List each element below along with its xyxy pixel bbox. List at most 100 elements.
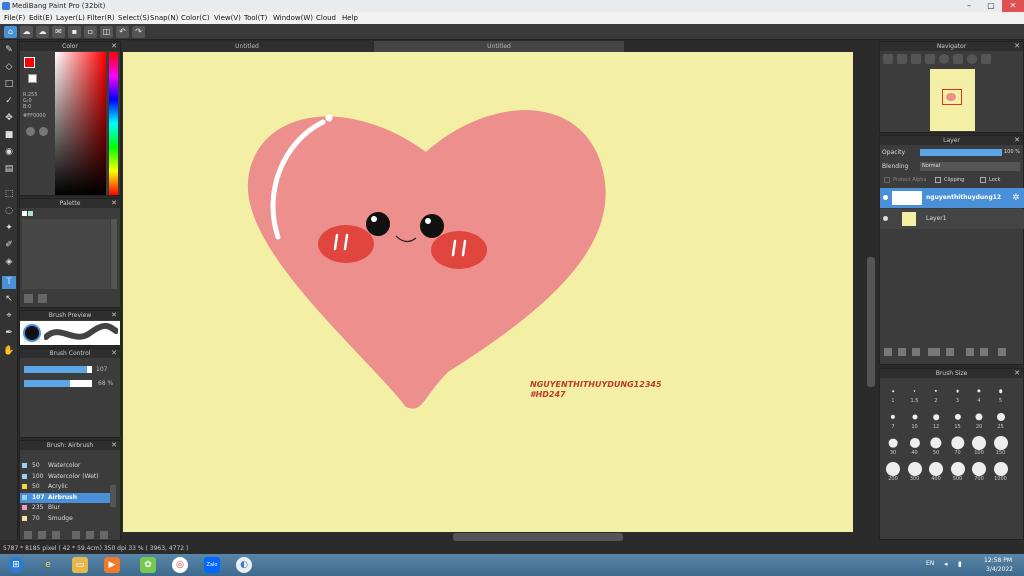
brush-size-option[interactable]: 20	[969, 406, 989, 432]
background-color-swatch[interactable]	[28, 74, 37, 83]
layer-row-signature[interactable]: nguyenthithuydung12 ✲	[880, 188, 1024, 208]
visibility-icon[interactable]	[883, 195, 888, 200]
menu-window[interactable]: Window(W)	[273, 14, 313, 22]
chat-icon[interactable]: ✉	[52, 26, 65, 38]
canvas-vertical-scrollbar[interactable]	[866, 52, 876, 532]
zoom-in-icon[interactable]	[883, 54, 893, 64]
menu-color[interactable]: Color(C)	[181, 14, 210, 22]
brush-size-option[interactable]: 700	[969, 458, 989, 484]
fit-icon[interactable]	[911, 54, 921, 64]
palette-swatch[interactable]	[22, 211, 27, 216]
actual-size-icon[interactable]	[925, 54, 935, 64]
start-button-icon[interactable]: ⊞	[8, 557, 24, 573]
clock-time[interactable]: 12:58 PM	[984, 557, 1012, 564]
brush-size-option[interactable]: 5	[991, 380, 1011, 406]
brush-item[interactable]: 107 Airbrush	[20, 492, 110, 503]
select-brush-icon[interactable]: ✐	[2, 239, 16, 252]
move-tool-icon[interactable]: ✥	[2, 112, 16, 125]
brush-size-option[interactable]: 400	[926, 458, 946, 484]
media-player-icon[interactable]: ▶	[104, 557, 120, 573]
gradient-tool-icon[interactable]: ▤	[2, 163, 16, 176]
clipping-checkbox[interactable]	[935, 177, 941, 183]
flip-icon[interactable]	[953, 54, 963, 64]
duplicate-layer-icon[interactable]	[966, 348, 974, 356]
close-button[interactable]: ✕	[1002, 0, 1024, 12]
close-icon[interactable]: ✕	[111, 311, 117, 320]
snap-icon[interactable]: ◫	[100, 26, 113, 38]
color-mode-icon[interactable]	[26, 127, 35, 136]
select-tool-icon[interactable]: ⬚	[2, 188, 16, 201]
brush-size-option[interactable]: 1	[883, 380, 903, 406]
brush-size-slider[interactable]	[24, 366, 92, 373]
menu-view[interactable]: View(V)	[214, 14, 241, 22]
rotate-left-icon[interactable]	[939, 54, 949, 64]
brush-size-option[interactable]: 3	[948, 380, 968, 406]
minimize-button[interactable]: –	[958, 0, 980, 12]
brush-size-option[interactable]: 12	[926, 406, 946, 432]
eyedropper-tool-icon[interactable]: ⌖	[2, 310, 16, 323]
brush-item[interactable]: 70 Smudge	[20, 514, 110, 524]
close-icon[interactable]: ✕	[111, 42, 117, 51]
brush-size-option[interactable]: 300	[905, 458, 925, 484]
canvas-horizontal-scrollbar[interactable]	[123, 532, 863, 542]
brush-add-icon[interactable]	[24, 531, 32, 539]
rotate-right-icon[interactable]	[967, 54, 977, 64]
brush-size-option[interactable]: 100	[969, 432, 989, 458]
lock-checkbox[interactable]	[980, 177, 986, 183]
menu-cloud[interactable]: Cloud	[316, 14, 336, 22]
navigator-thumbnail[interactable]	[930, 69, 975, 131]
undo-icon[interactable]: ↶	[116, 26, 129, 38]
brush-list-scrollbar[interactable]	[110, 485, 116, 507]
visibility-icon[interactable]	[883, 216, 888, 221]
dot-tool-icon[interactable]: □	[2, 78, 16, 91]
brush-delete-icon[interactable]	[100, 531, 108, 539]
brush-size-option[interactable]: 70	[948, 432, 968, 458]
brush-copy-icon[interactable]	[38, 531, 46, 539]
gear-icon[interactable]: ✲	[1012, 193, 1020, 203]
palette-swatch[interactable]	[28, 211, 33, 216]
tab-untitled-2[interactable]: Untitled	[374, 41, 624, 52]
app-icon[interactable]: ✿	[140, 557, 156, 573]
menu-filter[interactable]: Filter(R)	[87, 14, 115, 22]
brush-size-option[interactable]: 1.5	[905, 380, 925, 406]
text-tool-icon[interactable]: T	[2, 276, 16, 289]
brush-tool-icon[interactable]: ✎	[2, 44, 16, 57]
explorer-icon[interactable]: ▭	[72, 557, 88, 573]
zalo-icon[interactable]: Zalo	[204, 557, 220, 573]
volume-icon[interactable]: ◂	[944, 560, 948, 568]
new-layer-icon[interactable]	[884, 348, 892, 356]
eraser-tool-icon[interactable]: ◇	[2, 61, 16, 74]
home-icon[interactable]: ⌂	[4, 26, 17, 38]
close-icon[interactable]: ✕	[1014, 42, 1020, 51]
brush-size-option[interactable]: 1000	[991, 458, 1011, 484]
brush-size-option[interactable]: 40	[905, 432, 925, 458]
close-icon[interactable]: ✕	[111, 349, 117, 358]
menu-tool[interactable]: Tool(T)	[244, 14, 267, 22]
merge-layer-icon[interactable]	[980, 348, 988, 356]
add-palette-icon[interactable]	[24, 294, 33, 303]
brush-size-option[interactable]: 4	[969, 380, 989, 406]
brush-size-value[interactable]: 107	[96, 366, 107, 373]
reset-icon[interactable]	[981, 54, 991, 64]
pen-tool-icon[interactable]: ✒	[2, 327, 16, 340]
brush-size-option[interactable]: 200	[883, 458, 903, 484]
fill-tool-icon[interactable]: ◉	[2, 146, 16, 159]
close-icon[interactable]: ✕	[111, 441, 117, 450]
delete-layer-icon[interactable]	[998, 348, 1006, 356]
delete-palette-icon[interactable]	[38, 294, 47, 303]
brush-opacity-slider[interactable]	[24, 380, 92, 387]
language-indicator[interactable]: EN	[926, 560, 934, 567]
operation-tool-icon[interactable]: ↖	[2, 293, 16, 306]
foreground-color-swatch[interactable]	[24, 57, 35, 68]
square-icon[interactable]: ▪	[68, 26, 81, 38]
menu-help[interactable]: Help	[342, 14, 358, 22]
deselect-icon[interactable]: ▫	[84, 26, 97, 38]
cloud-upload-icon[interactable]: ☁	[20, 26, 33, 38]
layer-row-layer1[interactable]: Layer1	[880, 209, 1024, 229]
color-set-icon[interactable]	[39, 127, 48, 136]
brush-item[interactable]: 100 Watercolor (Wet)	[20, 472, 110, 482]
new-halftone-layer-icon[interactable]	[898, 348, 906, 356]
redo-icon[interactable]: ↷	[132, 26, 145, 38]
brush-size-option[interactable]: 150	[991, 432, 1011, 458]
brush-size-option[interactable]: 50	[926, 432, 946, 458]
